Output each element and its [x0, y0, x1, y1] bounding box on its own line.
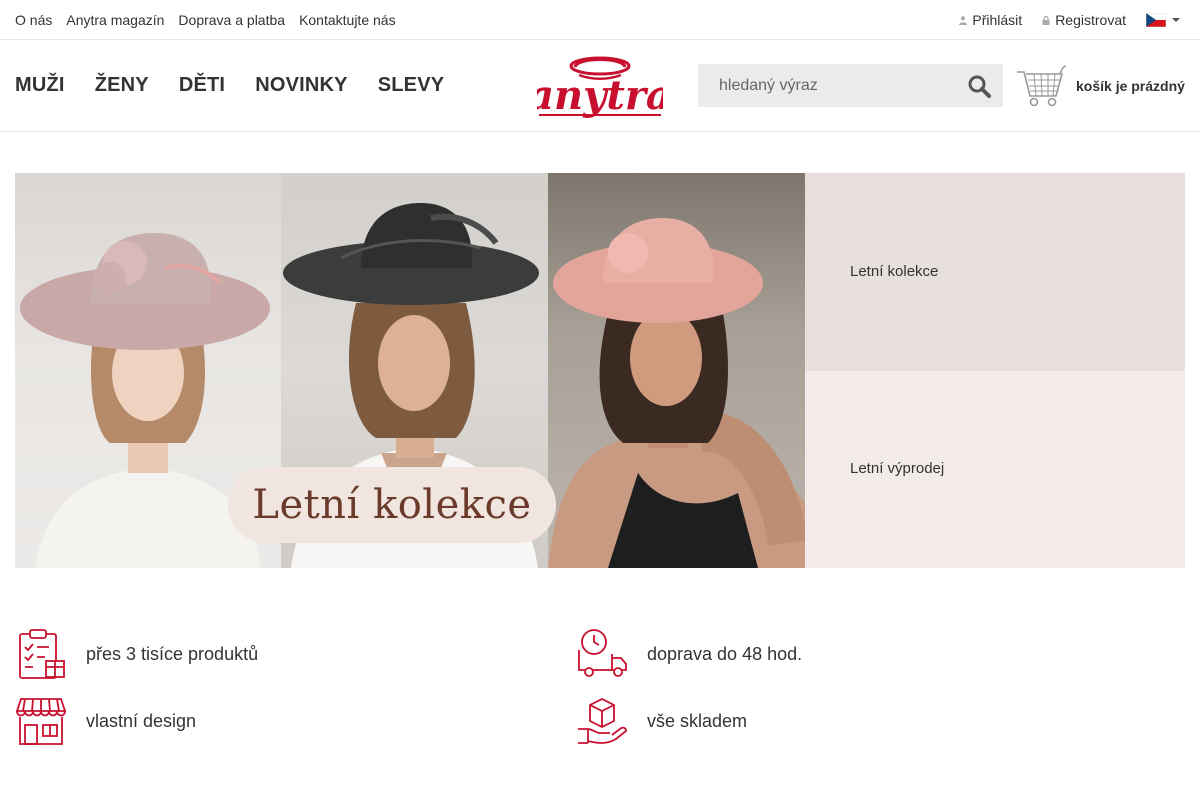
hand-box-icon — [578, 697, 627, 744]
nav-item-men[interactable]: MUŽI — [15, 74, 65, 97]
hero-banner[interactable]: Letní kolekce — [15, 173, 805, 568]
czech-flag-icon — [1146, 13, 1166, 27]
search-input[interactable] — [698, 64, 953, 107]
chevron-down-icon — [1172, 18, 1180, 22]
side-banner-summer-sale[interactable]: Letní výprodej — [805, 371, 1185, 568]
side-banner-label: Letní kolekce — [850, 263, 939, 280]
feature-label: doprava do 48 hod. — [647, 643, 803, 664]
side-banner-summer-collection[interactable]: Letní kolekce — [805, 173, 1185, 371]
feature-design: vlastní design — [15, 695, 196, 747]
user-icon — [959, 15, 968, 25]
feature-products: přes 3 tisíce produktů — [15, 628, 258, 680]
main-nav: MUŽI ŽENY DĚTI NOVINKY SLEVY — [15, 74, 444, 97]
language-selector[interactable] — [1146, 13, 1180, 27]
link-shipping[interactable]: Doprava a platba — [178, 12, 285, 28]
side-banner-label: Letní výprodej — [850, 460, 945, 477]
feature-delivery: doprava do 48 hod. — [576, 628, 802, 680]
top-bar: O nás Anytra magazín Doprava a platba Ko… — [0, 0, 1200, 40]
nav-item-sale[interactable]: SLEVY — [378, 74, 445, 97]
svg-text:anytra: anytra — [537, 72, 663, 119]
login-label: Přihlásit — [972, 12, 1023, 28]
cart-icon — [1017, 65, 1066, 107]
feature-label: vlastní design — [86, 710, 197, 731]
link-magazine[interactable]: Anytra magazín — [66, 12, 164, 28]
hero-badge: Letní kolekce — [228, 467, 556, 543]
cart[interactable]: košík je prázdný — [1016, 64, 1185, 108]
search-bar — [698, 64, 1003, 107]
cart-label: košík je prázdný — [1076, 78, 1185, 94]
top-links: O nás Anytra magazín Doprava a platba Ko… — [15, 12, 396, 28]
account-links: Přihlásit Registrovat — [939, 12, 1180, 28]
hero-image-right — [548, 173, 805, 568]
delivery-truck-icon — [578, 629, 627, 677]
link-contact[interactable]: Kontaktujte nás — [299, 12, 396, 28]
clipboard-gift-icon — [19, 629, 65, 679]
nav-item-women[interactable]: ŽENY — [95, 74, 149, 97]
feature-in-stock: vše skladem — [576, 695, 747, 747]
link-about[interactable]: O nás — [15, 12, 52, 28]
nav-item-kids[interactable]: DĚTI — [179, 74, 225, 97]
nav-item-new[interactable]: NOVINKY — [255, 74, 348, 97]
anytra-logo[interactable]: anytra — [537, 53, 663, 121]
hero-badge-text: Letní kolekce — [252, 482, 532, 528]
register-label: Registrovat — [1055, 12, 1126, 28]
header: MUŽI ŽENY DĚTI NOVINKY SLEVY anytra koší… — [0, 40, 1200, 132]
lock-icon — [1042, 15, 1050, 25]
register-link[interactable]: Registrovat — [1042, 12, 1126, 28]
feature-label: vše skladem — [647, 710, 748, 731]
storefront-icon — [15, 698, 67, 745]
login-link[interactable]: Přihlásit — [959, 12, 1022, 28]
search-icon[interactable] — [967, 74, 993, 98]
feature-label: přes 3 tisíce produktů — [86, 643, 259, 664]
